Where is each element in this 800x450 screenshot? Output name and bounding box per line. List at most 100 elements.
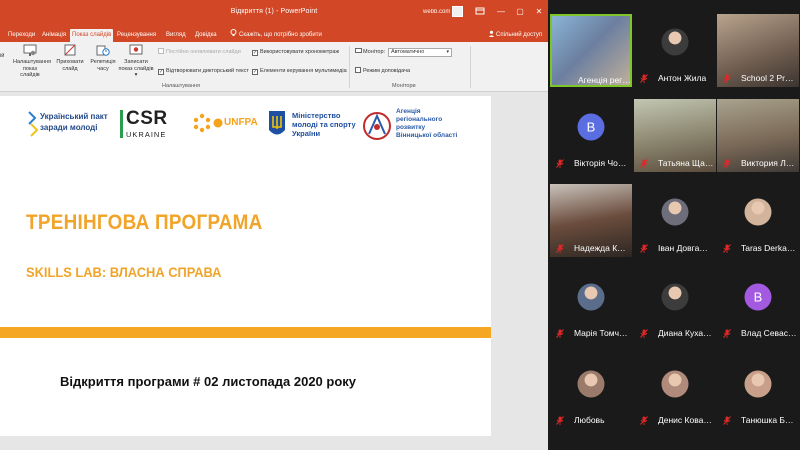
share-icon [488, 30, 495, 37]
pact-logo: Український пакт заради молоді [27, 110, 108, 140]
tab-help[interactable]: Довідка [193, 29, 219, 42]
setup-show-icon [23, 44, 37, 56]
setup-slide-show-button[interactable]: Налаштування показ слайдів [13, 44, 51, 79]
participant-name: Вікторія Чо… [574, 158, 627, 168]
participant-tile[interactable]: Надежда К… [550, 184, 632, 257]
title-bar: Відкриття (1) - PowerPoint webb.com — ▢ … [0, 0, 548, 27]
tell-me-search[interactable]: Скажіть, що потрібно зробити [230, 29, 322, 41]
participant-photo [577, 283, 605, 311]
muted-mic-icon [556, 416, 564, 425]
account-avatar[interactable] [452, 6, 463, 17]
ministry-logo-line3: України [292, 129, 321, 138]
participant-name: Денис Кова… [658, 415, 712, 425]
tab-review[interactable]: Рецензування [115, 29, 158, 42]
participant-name: Диана Куха… [658, 328, 712, 338]
maximize-button[interactable]: ▢ [514, 6, 526, 18]
rehearse-timings-button[interactable]: Репетиція часу [89, 44, 117, 72]
participant-tile[interactable]: Антон Жила [634, 14, 716, 87]
participant-tile[interactable]: Taras Derka… [717, 184, 799, 257]
muted-mic-icon [640, 74, 648, 83]
monitor-select-value: Автоматично [391, 49, 425, 55]
muted-mic-icon [640, 416, 648, 425]
ribbon-cut-off-label: ій [0, 53, 5, 59]
participant-tile[interactable]: Агенція рег… [550, 14, 632, 87]
tab-animations[interactable]: Анімація [40, 29, 68, 42]
agency-logo: Агенція регіонального розвитку Вінницько… [362, 108, 462, 148]
participant-photo [661, 283, 689, 311]
muted-mic-icon [640, 159, 648, 168]
tell-me-label: Скажіть, що потрібно зробити [239, 32, 322, 38]
muted-mic-icon [640, 329, 648, 338]
play-narrations-checkbox[interactable]: ✓ Відтворювати дикторський текст [158, 67, 249, 75]
muted-mic-icon [556, 329, 564, 338]
record-show-icon [129, 44, 143, 55]
ministry-logo: Міністерство молоді та спорту України [268, 108, 356, 144]
participant-tile[interactable]: Любовь [550, 356, 632, 429]
muted-mic-icon [640, 244, 648, 253]
participant-tile[interactable]: Іван Довга… [634, 184, 716, 257]
participant-photo [744, 198, 772, 226]
keep-slides-updated-label: Постійно оновлювати слайди [166, 49, 241, 55]
window-title: Відкриття (1) - PowerPoint [230, 8, 318, 15]
tab-view[interactable]: Вигляд [164, 29, 188, 42]
group-label-monitors: Монітори [392, 83, 416, 89]
slide-subtitle: SKILLS LAB: ВЛАСНА СПРАВА [26, 264, 222, 280]
share-button[interactable]: Спільний доступ [488, 29, 542, 41]
participant-tile[interactable]: Танюшка Б… [717, 356, 799, 429]
participant-name: Іван Довга… [658, 243, 708, 253]
participant-name: Агенція рег… [578, 75, 631, 85]
participant-initial-avatar: В [744, 283, 772, 311]
play-narrations-label: Відтворювати дикторський текст [166, 68, 249, 74]
ribbon-separator [349, 46, 350, 88]
rehearse-timings-icon [96, 45, 110, 56]
show-media-controls-label: Елементи керування мультимедіа [260, 68, 347, 74]
participant-tile[interactable]: Диана Куха… [634, 269, 716, 342]
participant-initial-avatar: В [577, 113, 605, 141]
participant-tile[interactable]: Татьяна Ща… [634, 99, 716, 172]
agency-logo-line1: Агенція [396, 108, 421, 115]
close-button[interactable]: ✕ [533, 6, 545, 18]
hide-slide-button[interactable]: Приховати слайд [56, 44, 84, 72]
hide-slide-icon [64, 44, 76, 56]
ribbon-display-options-button[interactable] [474, 6, 486, 18]
account-name[interactable]: webb.com [423, 9, 450, 15]
group-label-setup: Налаштування [162, 83, 201, 89]
agency-logo-line3: розвитку [396, 124, 426, 131]
presenter-view-checkbox[interactable]: Режим доповідача [355, 67, 410, 75]
muted-mic-icon [556, 159, 564, 168]
use-timings-label: Використовувати хронометраж [260, 49, 340, 55]
trident-emblem-icon [269, 111, 285, 135]
ribbon-tabs: Переходи Анімація Показ слайдів Рецензув… [0, 27, 548, 42]
hide-slide-label: Приховати слайд [56, 59, 84, 72]
monitor-select[interactable]: Автоматично ▾ [388, 48, 452, 57]
participant-name: School 2 Pr… [741, 73, 794, 83]
participant-tile[interactable]: В Влад Севас… [717, 269, 799, 342]
tab-slide-show[interactable]: Показ слайдів [70, 29, 114, 42]
participant-tile[interactable]: В Вікторія Чо… [550, 99, 632, 172]
ribbon-slide-show: ій Налаштування показ слайдів Приховати … [0, 42, 548, 92]
participant-tile[interactable]: Марія Томч… [550, 269, 632, 342]
participant-photo [661, 28, 689, 56]
monitor-label: Монітор: [355, 48, 385, 56]
use-timings-checkbox[interactable]: ✓ Використовувати хронометраж [252, 48, 339, 56]
participant-name: Марія Томч… [574, 328, 628, 338]
participant-photo [661, 370, 689, 398]
record-slide-show-button[interactable]: Записати показ слайдів ▾ [118, 44, 154, 79]
pact-logo-mark [28, 111, 39, 137]
ministry-logo-line1: Міністерство [292, 111, 341, 120]
participant-name: Taras Derka… [741, 243, 796, 253]
muted-mic-icon [723, 74, 731, 83]
minimize-button[interactable]: — [495, 6, 507, 18]
agency-logo-line4: Вінницької області [396, 132, 458, 139]
participant-name: Влад Севас… [741, 328, 797, 338]
participant-tile[interactable]: School 2 Pr… [717, 14, 799, 87]
keep-slides-updated-checkbox[interactable]: Постійно оновлювати слайди [158, 48, 241, 56]
slide-canvas[interactable]: Український пакт заради молоді CSR UKRAI… [0, 96, 491, 436]
participant-tile[interactable]: Денис Кова… [634, 356, 716, 429]
csr-logo-text: CSR [126, 108, 168, 129]
pact-logo-line1: Український пакт [40, 112, 108, 121]
participant-tile[interactable]: Виктория Л… [717, 99, 799, 172]
participant-gallery: Агенція рег… Антон Жила School 2 Pr… В Вікто… [548, 0, 800, 450]
show-media-controls-checkbox[interactable]: ✓ Елементи керування мультимедіа [252, 67, 347, 75]
tab-transitions[interactable]: Переходи [6, 29, 37, 42]
